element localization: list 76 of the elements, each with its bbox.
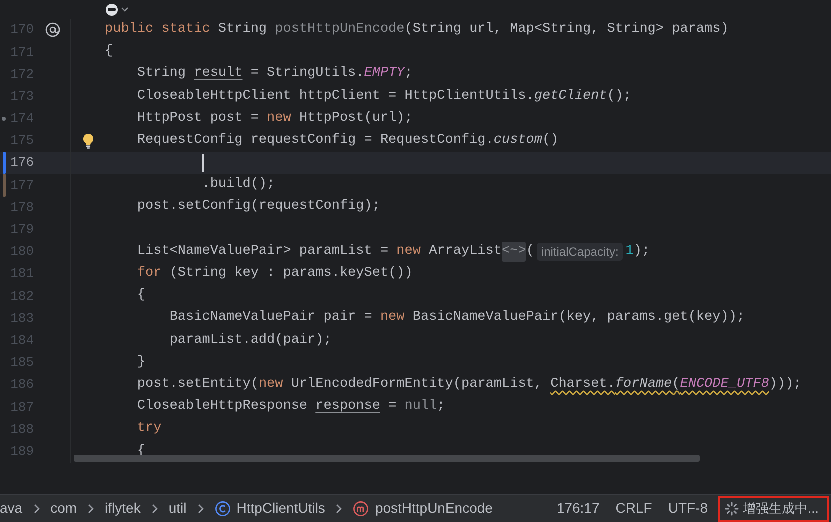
code-token: ;	[437, 398, 446, 416]
chevron-right-icon	[32, 502, 41, 514]
code-token: HttpPost post =	[137, 110, 260, 128]
code-token: public static	[105, 20, 212, 39]
code-token: RequestConfig requestConfig = RequestConfig.	[137, 132, 494, 150]
horizontal-scrollbar[interactable]	[74, 454, 700, 462]
code-token: );	[634, 242, 650, 261]
code-token: BasicNameValuePair pair =	[170, 309, 374, 328]
code-token: new	[258, 376, 284, 394]
code-token: {	[105, 43, 114, 62]
inlay-hint: initialCapacity:	[537, 242, 623, 261]
code-token: ENCODE_UTF8	[680, 376, 770, 394]
breadcrumb-item[interactable]: util	[168, 498, 187, 519]
breadcrumb-item[interactable]: postHttpUnEncode	[375, 498, 493, 519]
breadcrumb-item[interactable]: com	[50, 498, 78, 519]
code-token: Charset.	[550, 376, 616, 394]
code-token: custom	[494, 132, 542, 150]
code-token: new	[267, 110, 292, 128]
code-token: (String key : params.keySet())	[170, 265, 413, 284]
code-token: (String url, Map<String, String> params)	[404, 20, 729, 39]
code-token: )));	[769, 376, 802, 394]
code-token: .build();	[202, 176, 276, 194]
code-token: result	[194, 65, 243, 84]
code-token: forName	[615, 376, 672, 394]
line-number: 176	[10, 154, 34, 172]
code-token: BasicNameValuePair(key, params.get(key));	[412, 309, 746, 328]
chevron-right-icon	[335, 502, 344, 514]
ai-assistant-icon[interactable]	[105, 2, 131, 16]
at-sign-icon[interactable]	[45, 22, 61, 38]
code-token: }	[137, 354, 146, 372]
code-token: 1	[626, 242, 634, 261]
code-token: (	[526, 242, 534, 261]
line-separator[interactable]: CRLF	[616, 498, 652, 519]
spinner-icon	[725, 502, 739, 516]
chevron-right-icon	[150, 502, 159, 514]
code-token: ;	[404, 65, 413, 84]
task-indicator[interactable]: 增强生成中...	[718, 496, 829, 522]
code-token: ()	[542, 132, 559, 150]
chevron-right-icon	[87, 502, 96, 514]
code-token: =	[388, 398, 398, 416]
code-token: String	[137, 65, 188, 84]
code-token: response	[316, 398, 380, 416]
code-token: HttpPost(url);	[299, 110, 413, 128]
class-icon	[214, 500, 231, 516]
breadcrumb-item[interactable]: ava	[0, 498, 23, 519]
chevron-right-icon	[196, 502, 205, 514]
code-token: EMPTY	[364, 65, 405, 84]
breadcrumb-item[interactable]: HttpClientUtils	[236, 498, 326, 519]
code-token: = StringUtils.	[250, 65, 364, 84]
change-marker[interactable]	[3, 174, 6, 196]
code-token: UrlEncodedFormEntity(paramList,	[291, 376, 544, 394]
code-token: post.setEntity(	[137, 376, 259, 394]
code-token: for	[137, 265, 162, 284]
code-token: getClient	[534, 88, 608, 106]
code-token: String	[218, 20, 268, 39]
change-marker[interactable]	[3, 152, 6, 174]
caret-position[interactable]: 176:17	[556, 498, 600, 519]
code-token: paramList.add(pair);	[170, 332, 332, 350]
code-token: List<NameValuePair> paramList =	[137, 242, 390, 261]
task-label: 增强生成中...	[743, 500, 819, 518]
code-token: {	[137, 287, 146, 306]
method-icon	[353, 500, 370, 516]
breadcrumb-item[interactable]: iflytek	[105, 498, 141, 519]
code-token: postHttpUnEncode	[275, 20, 405, 39]
code-token: new	[380, 309, 405, 328]
code-token: post.setConfig(requestConfig);	[137, 198, 380, 216]
lightbulb-icon[interactable]	[82, 132, 94, 150]
code-token: new	[396, 242, 421, 261]
code-token: ();	[607, 88, 632, 106]
code-token: try	[137, 420, 162, 438]
code-token: CloseableHttpClient httpClient = HttpClientUtils.	[137, 88, 534, 106]
code-token: (	[672, 376, 680, 394]
file-encoding[interactable]: UTF-8	[668, 498, 708, 519]
code-token: ArrayList	[429, 242, 502, 261]
code-token: CloseableHttpResponse	[137, 398, 309, 416]
code-token: null	[404, 398, 438, 416]
